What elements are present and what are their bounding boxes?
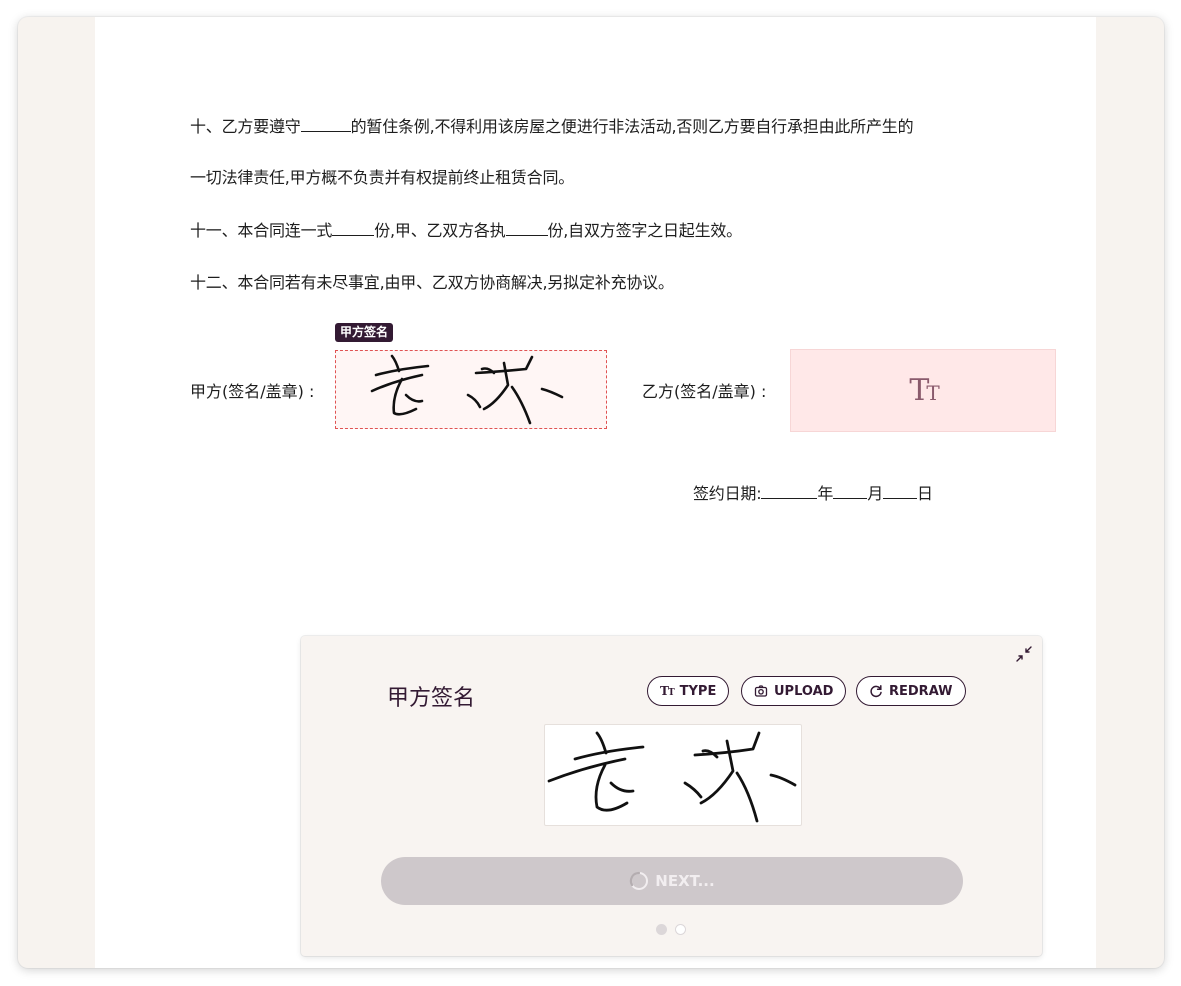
- step-dot-2: [675, 924, 686, 935]
- step-dot-1-active: [656, 924, 667, 935]
- redraw-button-label: REDRAW: [889, 683, 953, 699]
- clause-11-blank-2: [505, 221, 548, 236]
- party-a-signature-drawing: [370, 354, 564, 425]
- type-button-label: TYPE: [679, 683, 717, 699]
- date-label: 签约日期:: [693, 484, 762, 503]
- clause-11-text-c: 份,自双方签字之日起生效。: [547, 221, 743, 240]
- redraw-button[interactable]: REDRAW: [856, 676, 966, 706]
- date-year-unit: 年: [817, 484, 834, 503]
- clause-10-text-a: 十、乙方要遵守: [190, 117, 301, 136]
- collapse-icon[interactable]: [1016, 646, 1032, 662]
- next-button[interactable]: NEXT...: [381, 857, 963, 905]
- clause-11-line: 十一、本合同连一式 份,甲、乙双方各执 份,自双方签字之日起生效。: [190, 217, 742, 241]
- signature-panel-title: 甲方签名: [387, 686, 476, 711]
- clause-11-blank-1: [332, 221, 375, 236]
- date-month-blank: [833, 484, 868, 499]
- upload-button-label: UPLOAD: [774, 683, 834, 699]
- spinner-icon: [630, 871, 649, 890]
- app-window: 十、乙方要遵守 的暂住条例,不得利用该房屋之便进行非法活动,否则乙方要自行承担由此…: [18, 17, 1164, 968]
- party-a-label: 甲方(签名/盖章) :: [190, 382, 315, 401]
- clause-12-line: 十二、本合同若有未尽事宜,由甲、乙双方协商解决,另拟定补充协议。: [190, 273, 674, 292]
- date-month-unit: 月: [867, 484, 884, 503]
- date-day-unit: 日: [917, 484, 933, 503]
- signature-panel: 甲方签名 TT TYPE UPLOAD REDRAW NEXT...: [301, 636, 1042, 956]
- upload-button[interactable]: UPLOAD: [741, 676, 847, 706]
- clause-11-text-a: 十一、本合同连一式: [190, 221, 333, 240]
- signature-preview[interactable]: [544, 724, 802, 826]
- text-type-icon: TT: [660, 684, 675, 698]
- text-type-icon: TT: [909, 373, 939, 408]
- next-button-label: NEXT...: [655, 872, 715, 890]
- clause-10-blank: [300, 117, 351, 132]
- document-page: 十、乙方要遵守 的暂住条例,不得利用该房屋之便进行非法活动,否则乙方要自行承担由此…: [95, 17, 1096, 968]
- party-b-signature-field[interactable]: TT: [790, 349, 1056, 432]
- step-indicator: [656, 924, 686, 935]
- date-day-blank: [883, 484, 918, 499]
- clause-10-line-1: 十、乙方要遵守 的暂住条例,不得利用该房屋之便进行非法活动,否则乙方要自行承担由此…: [190, 113, 914, 137]
- clause-10-text-b: 的暂住条例,不得利用该房屋之便进行非法活动,否则乙方要自行承担由此所产生的: [350, 117, 914, 136]
- type-button[interactable]: TT TYPE: [647, 676, 730, 706]
- camera-icon: [754, 685, 768, 697]
- signature-preview-drawing: [547, 731, 797, 823]
- clause-10-line-2: 一切法律责任,甲方概不负责并有权提前终止租赁合同。: [190, 168, 575, 187]
- party-a-signature-tag: 甲方签名: [335, 323, 394, 342]
- party-a-signature-field[interactable]: [335, 350, 607, 429]
- date-year-blank: [761, 484, 818, 499]
- redraw-icon: [870, 685, 882, 698]
- party-b-label: 乙方(签名/盖章) :: [642, 382, 767, 401]
- signing-date-line: 签约日期: 年 月 日: [693, 480, 933, 504]
- clause-11-text-b: 份,甲、乙双方各执: [374, 221, 506, 240]
